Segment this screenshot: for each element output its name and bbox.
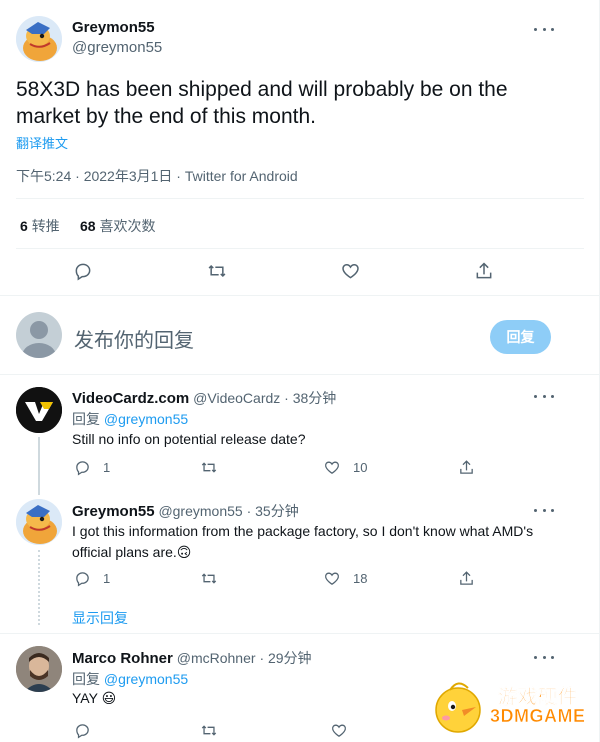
reply-display-name[interactable]: Greymon55 (72, 503, 155, 520)
reply-header: VideoCardz.com @VideoCardz · 38分钟 (72, 388, 336, 408)
retweet-button[interactable] (200, 570, 218, 587)
reply-time[interactable]: · 38分钟 (284, 390, 336, 406)
share-button[interactable] (458, 459, 475, 476)
reply-time[interactable]: · 35分钟 (247, 503, 299, 519)
reply-count: 1 (103, 460, 111, 475)
like-button[interactable] (330, 722, 348, 739)
reply-button[interactable] (74, 722, 91, 739)
like-label: 喜欢次数 (99, 218, 156, 234)
compose-reply-button[interactable]: 回复 (490, 320, 551, 354)
share-button[interactable] (458, 570, 475, 587)
retweet-count: 6 (20, 218, 28, 234)
reply-count: 1 (103, 571, 111, 586)
tweet-meta[interactable]: 下午5:24 · 2022年3月1日 · Twitter for Android (16, 166, 298, 186)
reply-icon (76, 461, 89, 476)
reply-icon (76, 724, 89, 739)
retweet-stats[interactable]: 6 转推 (20, 216, 60, 236)
retweet-icon (201, 573, 217, 584)
translate-tweet-link[interactable]: 翻译推文 (16, 133, 68, 152)
reply-handle[interactable]: @VideoCardz (193, 390, 280, 406)
retweet-button[interactable] (206, 261, 228, 281)
reply-button[interactable]: 1 (74, 570, 110, 587)
reply-avatar[interactable] (16, 499, 62, 545)
share-icon (476, 262, 492, 279)
thread-line-dotted (38, 550, 40, 625)
more-options-icon[interactable] (534, 504, 554, 516)
reply-icon (76, 572, 89, 587)
like-count: 18 (353, 571, 368, 586)
heart-icon (332, 724, 346, 737)
like-button[interactable] (340, 261, 361, 281)
reply-avatar[interactable] (16, 646, 62, 692)
like-count: 10 (353, 460, 368, 475)
heart-icon (342, 263, 359, 279)
thread-line (38, 437, 40, 495)
retweet-button[interactable] (200, 459, 218, 476)
like-stats[interactable]: 68 喜欢次数 (80, 216, 155, 236)
reply-time[interactable]: · 29分钟 (259, 650, 311, 666)
replying-to: 回复 @greymon55 (72, 409, 188, 429)
replying-to-handle[interactable]: @greymon55 (104, 411, 188, 427)
reply-avatar[interactable] (16, 387, 62, 433)
share-icon (460, 460, 473, 474)
divider (16, 198, 584, 199)
reply-display-name[interactable]: Marco Rohner (72, 650, 173, 667)
reply-button[interactable]: 1 (74, 459, 110, 476)
reply-handle[interactable]: @mcRohner (177, 650, 256, 666)
watermark-line2: 3DMGAME (490, 706, 586, 727)
tweet-text: 58X3D has been shipped and will probably… (16, 78, 508, 128)
share-icon (460, 571, 473, 585)
retweet-button[interactable] (200, 722, 218, 739)
reply-text: YAY 😃 (72, 690, 117, 706)
replying-to-prefix: 回复 (72, 671, 100, 687)
reply-text: I got this information from the package … (72, 523, 534, 560)
heart-icon (325, 572, 339, 585)
heart-icon (325, 461, 339, 474)
divider (0, 295, 600, 296)
show-replies-link[interactable]: 显示回复 (72, 608, 128, 628)
retweet-icon (201, 462, 217, 473)
like-count: 68 (80, 218, 96, 234)
reply-display-name[interactable]: VideoCardz.com (72, 390, 189, 407)
replying-to-handle[interactable]: @greymon55 (104, 671, 188, 687)
reply-button[interactable] (73, 261, 93, 281)
replying-to: 回复 @greymon55 (72, 669, 188, 689)
retweet-icon (208, 264, 226, 278)
more-options-icon[interactable] (534, 390, 554, 402)
user-avatar[interactable] (16, 312, 62, 358)
author-handle[interactable]: @greymon55 (72, 39, 162, 56)
tweet-detail-page: Greymon55 @greymon55 58X3D has been ship… (0, 0, 600, 742)
like-button[interactable]: 10 (323, 459, 367, 476)
reply-text: Still no info on potential release date? (72, 431, 306, 447)
watermark: 游戏硬件 3DMGAME (428, 672, 598, 738)
author-avatar[interactable] (16, 16, 62, 62)
like-button[interactable]: 18 (323, 570, 367, 587)
author-display-name[interactable]: Greymon55 (72, 19, 155, 36)
watermark-line1: 游戏硬件 (498, 687, 579, 709)
retweet-icon (201, 725, 217, 736)
reply-icon (75, 263, 91, 281)
divider (0, 374, 600, 375)
reply-compose-input[interactable]: 发布你的回复 (74, 324, 194, 353)
replying-to-prefix: 回复 (72, 411, 100, 427)
divider (0, 633, 600, 634)
reply-handle[interactable]: @greymon55 (158, 503, 242, 519)
retweet-label: 转推 (31, 218, 60, 234)
share-button[interactable] (474, 261, 494, 281)
more-options-icon[interactable] (534, 651, 554, 663)
chick-mascot-icon (435, 682, 481, 733)
divider (16, 248, 584, 249)
more-options-icon[interactable] (534, 23, 554, 35)
reply-header: Marco Rohner @mcRohner · 29分钟 (72, 648, 312, 668)
reply-header: Greymon55 @greymon55 · 35分钟 (72, 501, 299, 521)
